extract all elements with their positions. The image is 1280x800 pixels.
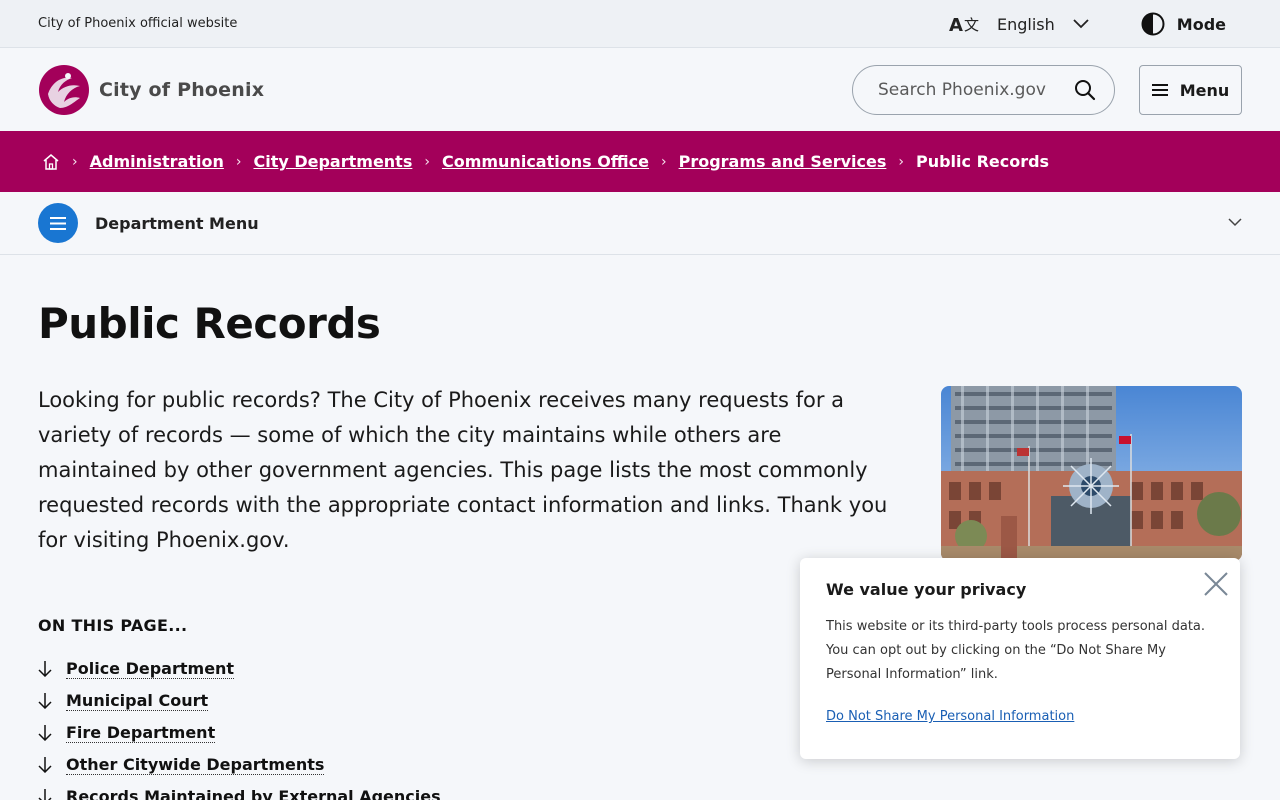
on-this-page-heading: ON THIS PAGE... [38, 616, 188, 635]
link-police-department[interactable]: Police Department [66, 659, 235, 679]
privacy-title: We value your privacy [826, 580, 1027, 599]
city-hall-photo [941, 386, 1242, 561]
breadcrumb: › Administration › City Departments › Co… [0, 131, 1280, 192]
list-icon [50, 216, 66, 230]
intro-paragraph: Looking for public records? The City of … [38, 388, 888, 552]
menu-label: Menu [1179, 80, 1230, 100]
arrow-down-icon [38, 661, 52, 677]
phoenix-logo-icon [39, 64, 89, 115]
privacy-body: This website or its third-party tools pr… [826, 619, 1206, 682]
contrast-icon [1141, 12, 1165, 36]
utility-controls: A 文 English Mode [949, 0, 1226, 48]
menu-button[interactable]: Menu [1139, 65, 1242, 115]
department-menu-icon-circle [38, 203, 78, 243]
svg-text:A: A [949, 15, 963, 35]
arrow-down-icon [38, 725, 52, 741]
search-box [852, 65, 1115, 115]
do-not-share-link[interactable]: Do Not Share My Personal Information [826, 709, 1074, 724]
site-logo[interactable]: City of Phoenix [38, 64, 264, 116]
home-icon[interactable] [42, 153, 60, 171]
on-this-page: ON THIS PAGE... Police Department Munici… [38, 616, 441, 800]
language-label: English [997, 14, 1055, 34]
breadcrumb-separator: › [660, 153, 667, 170]
breadcrumb-item-administration[interactable]: Administration [90, 152, 224, 171]
department-menu-label: Department Menu [95, 213, 259, 233]
link-records-external-agencies[interactable]: Records Maintained by External Agencies [66, 787, 441, 800]
breadcrumb-item-programs-and-services[interactable]: Programs and Services [679, 152, 887, 171]
list-item: Municipal Court [38, 685, 441, 717]
search-input[interactable] [878, 80, 1058, 100]
chevron-down-icon [1073, 19, 1089, 29]
list-item: Police Department [38, 653, 441, 685]
link-other-citywide-departments[interactable]: Other Citywide Departments [66, 755, 325, 775]
list-item: Other Citywide Departments [38, 749, 441, 781]
link-municipal-court[interactable]: Municipal Court [66, 691, 209, 711]
on-this-page-list: Police Department Municipal Court Fire D… [38, 653, 441, 800]
breadcrumb-item-communications-office[interactable]: Communications Office [442, 152, 649, 171]
breadcrumb-separator: › [898, 153, 904, 170]
chevron-down-icon [1228, 218, 1242, 227]
arrow-down-icon [38, 789, 52, 800]
hamburger-icon [1151, 84, 1168, 96]
official-website-text: City of Phoenix official website [38, 16, 238, 31]
utility-bar: City of Phoenix official website A 文 Eng… [0, 0, 1280, 48]
list-item: Fire Department [38, 717, 441, 749]
breadcrumb-item-city-departments[interactable]: City Departments [253, 152, 412, 171]
mode-toggle[interactable]: Mode [1141, 12, 1226, 36]
link-fire-department[interactable]: Fire Department [66, 723, 216, 743]
page-title: Public Records [38, 299, 381, 348]
close-icon[interactable] [1202, 570, 1230, 598]
arrow-down-icon [38, 757, 52, 773]
city-hall-image [941, 386, 1242, 561]
logo-text: City of Phoenix [99, 78, 265, 101]
translate-icon: A 文 [949, 15, 979, 35]
department-menu-toggle[interactable]: Department Menu [0, 192, 1280, 255]
svg-text:文: 文 [964, 16, 979, 34]
mode-label: Mode [1176, 14, 1226, 34]
arrow-down-icon [38, 693, 52, 709]
breadcrumb-separator: › [72, 153, 78, 170]
site-header: City of Phoenix Menu [0, 48, 1280, 131]
breadcrumb-current: Public Records [915, 152, 1050, 171]
privacy-dialog: We value your privacy This website or it… [800, 558, 1240, 759]
breadcrumb-separator: › [424, 153, 430, 170]
language-selector[interactable]: A 文 English [949, 13, 1089, 35]
search-icon[interactable] [1074, 79, 1096, 101]
breadcrumb-separator: › [235, 153, 242, 170]
list-item: Records Maintained by External Agencies [38, 781, 441, 800]
